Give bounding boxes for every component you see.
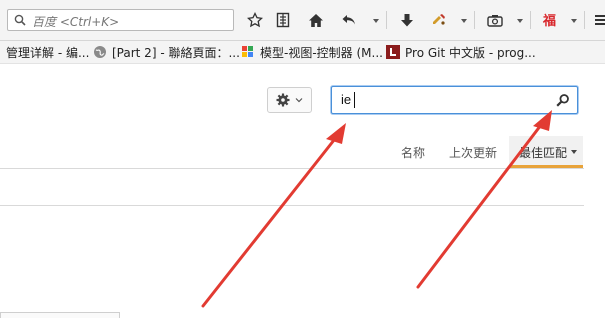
- bookmark-item[interactable]: 模型-视图-控制器 (M...: [241, 44, 383, 60]
- globe-icon: [94, 46, 106, 58]
- text-cursor: [354, 92, 355, 108]
- bookmark-label: Pro Git 中文版 - prog...: [405, 45, 536, 60]
- sort-by-last-updated[interactable]: 上次更新: [449, 144, 497, 162]
- toolbar-separator: [530, 11, 531, 29]
- sort-by-best-match[interactable]: 最佳匹配: [509, 136, 583, 168]
- tools-gear-button[interactable]: [267, 87, 312, 113]
- reading-list-icon[interactable]: [274, 10, 292, 30]
- bookmarks-bar: 管理详解 - 编... [Part 2] - 聯絡頁面：... 模型-视图-控制…: [0, 41, 605, 64]
- browser-toolbar: 百度 <Ctrl+K> 福: [0, 0, 605, 41]
- red-l-icon: [386, 45, 400, 59]
- toolbar-separator: [386, 11, 387, 29]
- download-icon[interactable]: [398, 10, 416, 30]
- star-icon[interactable]: [246, 10, 264, 30]
- bookmark-label: 模型-视图-控制器 (M...: [260, 45, 383, 60]
- bookmark-item[interactable]: 管理详解 - 编...: [6, 44, 89, 60]
- screenshot-icon[interactable]: [486, 10, 504, 30]
- web-search-placeholder: 百度 <Ctrl+K>: [32, 15, 120, 29]
- extension-dropdown[interactable]: [459, 10, 469, 30]
- addon-search-value: ie: [341, 92, 352, 107]
- bookmark-item[interactable]: Pro Git 中文版 - prog...: [386, 44, 536, 60]
- search-icon: [14, 14, 26, 26]
- toolbar-separator: [584, 11, 585, 29]
- back-icon[interactable]: [340, 10, 358, 30]
- search-icon[interactable]: [556, 93, 570, 107]
- divider: [0, 205, 584, 206]
- sort-by-name[interactable]: 名称: [401, 144, 425, 162]
- web-search-box[interactable]: 百度 <Ctrl+K>: [7, 9, 234, 31]
- chevron-down-icon: [571, 150, 577, 154]
- back-history-dropdown[interactable]: [371, 10, 381, 30]
- addon-icon[interactable]: 福: [541, 10, 559, 30]
- menu-icon[interactable]: [594, 10, 605, 30]
- bookmark-label: [Part 2] - 聯絡頁面：...: [112, 45, 240, 60]
- toolbar-separator: [474, 11, 475, 29]
- chevron-down-icon: [295, 98, 303, 103]
- colorful-tiles-icon: [242, 46, 253, 57]
- bookmark-label: 管理详解 - 编...: [6, 45, 90, 60]
- sort-best-match-label: 最佳匹配: [519, 146, 568, 160]
- gear-icon: [276, 93, 290, 107]
- addon-dropdown[interactable]: [569, 10, 579, 30]
- addons-page: ie 名称 上次更新 最佳匹配: [0, 64, 605, 318]
- home-icon[interactable]: [306, 10, 326, 30]
- divider: [0, 168, 584, 169]
- screenshot-dropdown[interactable]: [515, 10, 525, 30]
- bookmark-item[interactable]: [Part 2] - 聯絡頁面：...: [93, 44, 240, 60]
- extension-icon[interactable]: [430, 10, 448, 30]
- svg-text:福: 福: [542, 13, 556, 28]
- list-tab[interactable]: [0, 312, 120, 318]
- addon-search-input[interactable]: ie: [331, 86, 578, 114]
